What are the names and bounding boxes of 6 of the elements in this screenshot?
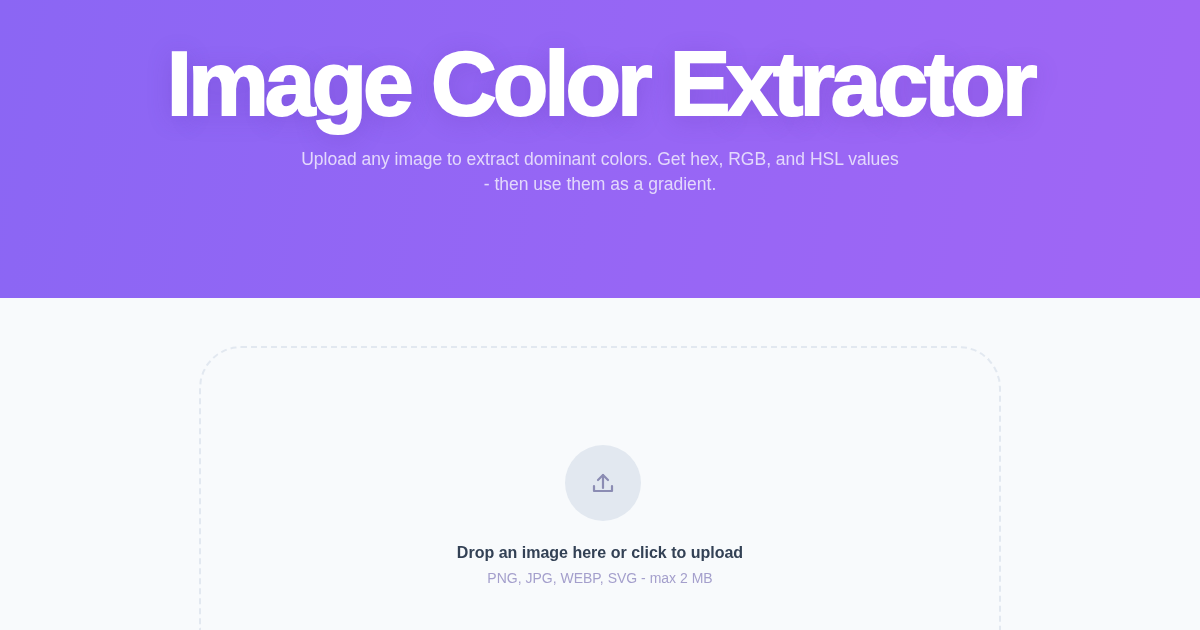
page-subtitle: Upload any image to extract dominant colors. Get hex, RGB, and HSL values - then use them as a gradient. xyxy=(300,148,900,196)
page-title: Image Color Extractor xyxy=(166,32,1034,136)
upload-prompt: Drop an image here or click to upload xyxy=(456,543,744,563)
upload-dropzone[interactable]: Drop an image here or click to upload PNG, JPG, WEBP, SVG - max 2 MB xyxy=(199,346,1001,630)
upload-icon xyxy=(565,445,641,521)
file-type-hint: PNG, JPG, WEBP, SVG - max 2 MB xyxy=(487,569,713,588)
